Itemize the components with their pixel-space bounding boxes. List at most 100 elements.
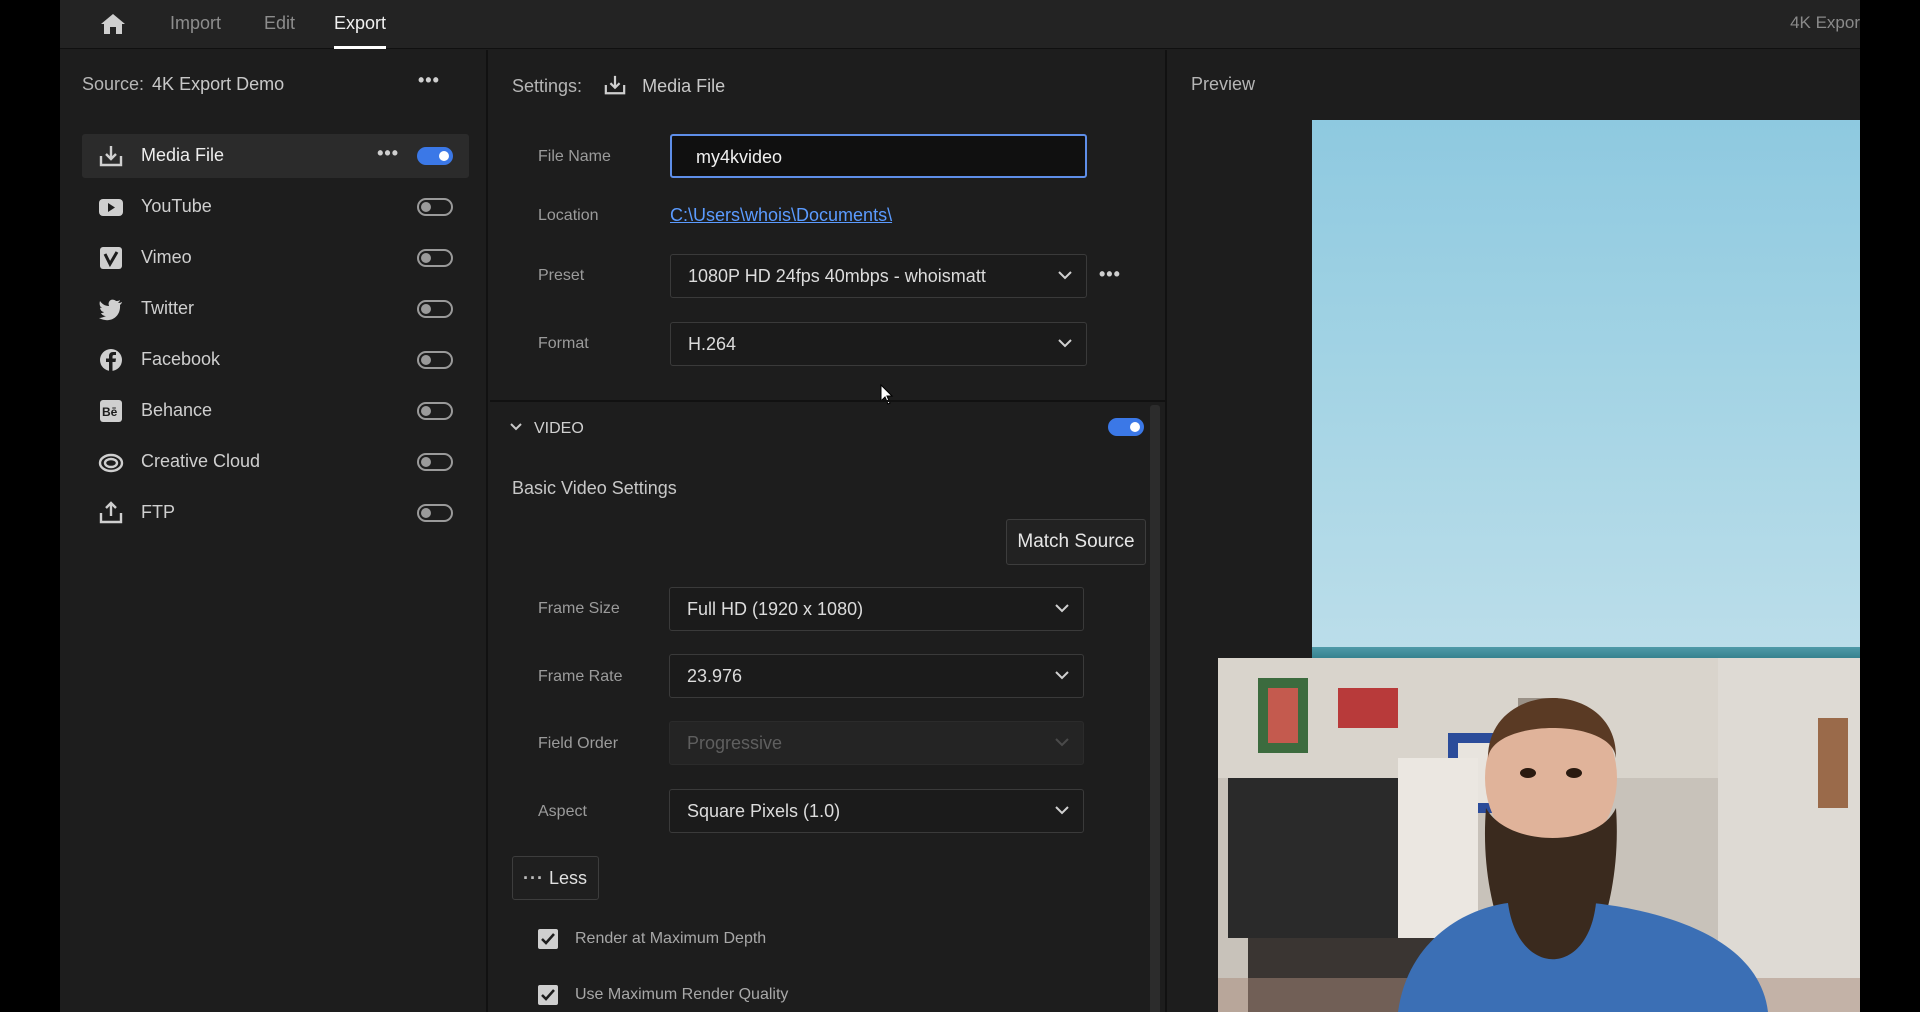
preset-dropdown[interactable]: 1080P HD 24fps 40mbps - whoismatt [670, 254, 1087, 298]
vimeo-toggle[interactable] [417, 249, 453, 267]
home-icon[interactable] [100, 12, 126, 36]
chevron-down-icon [1058, 271, 1072, 280]
mouse-cursor-icon [880, 384, 894, 405]
destinations-panel: Source: 4K Export Demo ••• Media File •••… [60, 50, 488, 1012]
file-name-input[interactable]: my4kvideo [670, 134, 1087, 178]
destination-label: Twitter [141, 298, 195, 318]
destination-label: YouTube [141, 196, 212, 216]
destination-facebook[interactable]: Facebook [82, 338, 469, 382]
creative-cloud-icon [98, 453, 124, 473]
aspect-value: Square Pixels (1.0) [687, 801, 841, 821]
aspect-label: Aspect [538, 803, 587, 820]
destination-list: Media File ••• YouTube Vimeo Twitter Fac… [82, 134, 469, 542]
format-value: H.264 [688, 334, 737, 354]
location-link[interactable]: C:\Users\whois\Documents\ [670, 205, 892, 226]
source-header: Source: 4K Export Demo [82, 74, 284, 95]
settings-label: Settings: [512, 76, 583, 96]
chevron-down-icon [1055, 738, 1069, 747]
twitter-toggle[interactable] [417, 300, 453, 318]
destination-more-icon[interactable]: ••• [377, 143, 399, 164]
location-label: Location [538, 207, 599, 224]
top-bar: Import Edit Export 4K Expor [60, 0, 1860, 49]
ftp-icon [99, 501, 123, 524]
chevron-down-icon [1058, 339, 1072, 348]
format-dropdown[interactable]: H.264 [670, 322, 1087, 366]
chevron-down-icon [1055, 806, 1069, 815]
checkmark-icon [541, 989, 555, 1001]
destination-label: Facebook [141, 349, 221, 369]
preset-label: Preset [538, 267, 585, 284]
preset-more-icon[interactable]: ••• [1099, 264, 1121, 285]
facebook-toggle[interactable] [417, 351, 453, 369]
video-section-header[interactable]: VIDEO [510, 420, 584, 438]
tab-export[interactable]: Export [334, 0, 387, 49]
frame-size-value: Full HD (1920 x 1080) [687, 599, 864, 619]
destination-ftp[interactable]: FTP [82, 491, 469, 535]
source-name: 4K Export Demo [152, 74, 285, 94]
facebook-icon [100, 349, 122, 371]
destination-label: Media File [141, 145, 225, 165]
destination-youtube[interactable]: YouTube [82, 185, 469, 229]
field-order-dropdown: Progressive [669, 721, 1084, 765]
max-render-quality-label: Use Maximum Render Quality [575, 986, 789, 1003]
project-title: 4K Expor [1790, 13, 1860, 32]
behance-icon: Bē [100, 400, 122, 422]
destination-vimeo[interactable]: Vimeo [82, 236, 469, 280]
export-window: Import Edit Export 4K Expor Source: 4K Ex… [60, 0, 1860, 1012]
youtube-icon [99, 199, 123, 216]
video-section-label: VIDEO [534, 420, 584, 437]
vimeo-icon [100, 247, 122, 269]
destination-creative-cloud[interactable]: Creative Cloud [82, 440, 469, 484]
media-file-toggle[interactable] [417, 147, 453, 165]
frame-rate-label: Frame Rate [538, 668, 623, 685]
less-button[interactable]: ··· Less [512, 856, 599, 900]
preview-title: Preview [1191, 74, 1256, 94]
frame-size-label: Frame Size [538, 600, 620, 617]
field-order-value: Progressive [687, 733, 783, 753]
youtube-toggle[interactable] [417, 198, 453, 216]
aspect-dropdown[interactable]: Square Pixels (1.0) [669, 789, 1084, 833]
more-dots-icon: ··· [523, 868, 544, 888]
checkmark-icon [541, 933, 555, 945]
destination-label: FTP [141, 502, 175, 522]
preview-sky [1312, 120, 1860, 657]
media-file-icon [99, 146, 123, 167]
chevron-down-icon [510, 423, 522, 431]
basic-video-settings-title: Basic Video Settings [512, 478, 677, 498]
settings-scrollbar[interactable] [1150, 405, 1160, 1012]
file-name-label: File Name [538, 148, 611, 165]
tab-edit[interactable]: Edit [264, 0, 295, 49]
destination-label: Creative Cloud [141, 451, 261, 471]
match-source-button[interactable]: Match Source [1006, 519, 1146, 565]
svg-text:Bē: Bē [102, 405, 118, 419]
section-divider [490, 400, 1167, 402]
less-label: Less [548, 868, 588, 888]
twitter-icon [99, 299, 122, 321]
behance-toggle[interactable] [417, 402, 453, 420]
presenter-video [1218, 658, 1860, 1012]
webcam-overlay [1218, 658, 1860, 1012]
render-max-depth-checkbox[interactable] [538, 929, 558, 949]
render-max-depth-label: Render at Maximum Depth [575, 930, 767, 947]
destination-twitter[interactable]: Twitter [82, 287, 469, 331]
media-file-icon [604, 75, 626, 95]
settings-header: Settings: Media File [512, 74, 725, 97]
format-label: Format [538, 335, 589, 352]
destination-media-file[interactable]: Media File ••• [82, 134, 469, 178]
frame-size-dropdown[interactable]: Full HD (1920 x 1080) [669, 587, 1084, 631]
frame-rate-dropdown[interactable]: 23.976 [669, 654, 1084, 698]
source-label: Source: [82, 74, 145, 94]
ftp-toggle[interactable] [417, 504, 453, 522]
frame-rate-value: 23.976 [687, 666, 743, 686]
preset-value: 1080P HD 24fps 40mbps - whoismatt [688, 266, 986, 286]
destination-behance[interactable]: Bē Behance [82, 389, 469, 433]
creative-cloud-toggle[interactable] [417, 453, 453, 471]
tab-import[interactable]: Import [170, 0, 221, 49]
destination-label: Behance [141, 400, 213, 420]
video-toggle[interactable] [1108, 418, 1144, 436]
settings-destination: Media File [642, 76, 726, 96]
settings-panel: Settings: Media File File Name my4kvideo… [490, 50, 1187, 1012]
destination-label: Vimeo [141, 247, 192, 267]
max-render-quality-checkbox[interactable] [538, 985, 558, 1005]
source-more-icon[interactable]: ••• [418, 70, 440, 91]
